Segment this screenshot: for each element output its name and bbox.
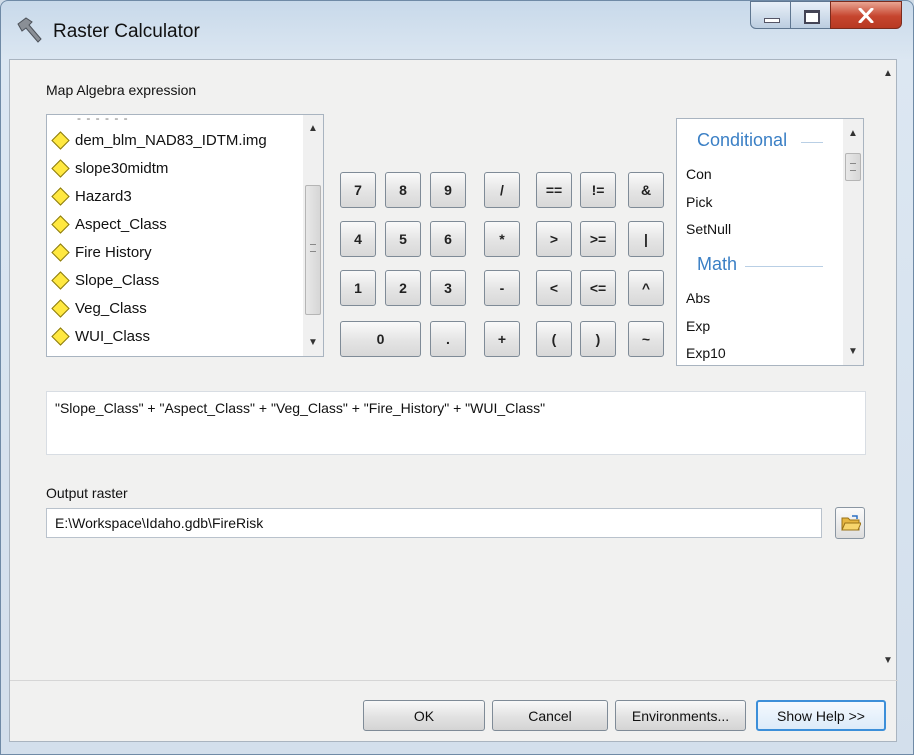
expression-label: Map Algebra expression [46, 82, 197, 98]
layer-item[interactable]: Slope_Class [51, 271, 159, 290]
title-bar[interactable]: Raster Calculator [1, 1, 913, 59]
layer-diamond-icon [51, 299, 70, 318]
key-9[interactable]: 9 [430, 172, 466, 208]
key-divide[interactable]: / [484, 172, 520, 208]
dialog-body: ▲ ▼ Map Algebra expression - - - - - - d… [9, 59, 898, 742]
layer-item[interactable]: Veg_Class [51, 299, 147, 318]
key-close-paren[interactable]: ) [580, 321, 616, 357]
close-button[interactable] [830, 1, 902, 29]
layer-diamond-icon [51, 327, 70, 346]
environments-button[interactable]: Environments... [615, 700, 746, 731]
layer-diamond-icon [51, 215, 70, 234]
layer-item[interactable]: dem_blm_NAD83_IDTM.img [51, 131, 267, 150]
layer-item[interactable]: Fire History [51, 243, 152, 262]
key-8[interactable]: 8 [385, 172, 421, 208]
ok-button[interactable]: OK [363, 700, 485, 731]
key-equal[interactable]: == [536, 172, 572, 208]
function-item[interactable]: Abs [686, 290, 710, 306]
key-1[interactable]: 1 [340, 270, 376, 306]
function-item[interactable]: SetNull [686, 221, 731, 237]
layer-item[interactable]: WUI_Class [51, 327, 150, 346]
key-greater[interactable]: > [536, 221, 572, 257]
category-header-conditional: Conditional [697, 130, 788, 150]
key-0[interactable]: 0 [340, 321, 421, 357]
layer-diamond-icon [51, 159, 70, 178]
functions-list[interactable]: Conditional Con Pick SetNull Math Abs Ex… [676, 118, 864, 366]
key-6[interactable]: 6 [430, 221, 466, 257]
key-multiply[interactable]: * [484, 221, 520, 257]
layer-item[interactable]: Aspect_Class [51, 215, 167, 234]
functions-scrollbar[interactable]: ▲ ▼ [843, 119, 863, 365]
minimize-button[interactable] [750, 1, 791, 29]
key-3[interactable]: 3 [430, 270, 466, 306]
key-5[interactable]: 5 [385, 221, 421, 257]
key-open-paren[interactable]: ( [536, 321, 572, 357]
layer-item[interactable]: Hazard3 [51, 187, 132, 206]
window-title: Raster Calculator [53, 21, 200, 42]
key-minus[interactable]: - [484, 270, 520, 306]
browse-folder-icon [841, 515, 861, 531]
key-not[interactable]: ~ [628, 321, 664, 357]
key-greater-equal[interactable]: >= [580, 221, 616, 257]
layers-scrollbar[interactable]: ▲ ▼ [303, 115, 323, 356]
function-item[interactable]: Con [686, 166, 712, 182]
layer-item[interactable]: slope30midtm [51, 159, 168, 178]
scroll-up-arrow-icon[interactable]: ▲ [848, 128, 858, 139]
function-item[interactable]: Exp10 [686, 345, 726, 361]
key-or[interactable]: | [628, 221, 664, 257]
expression-textbox[interactable]: "Slope_Class" + "Aspect_Class" + "Veg_Cl… [46, 391, 866, 455]
browse-button[interactable] [835, 507, 865, 539]
scroll-down-arrow-icon[interactable]: ▼ [308, 337, 318, 348]
output-raster-label: Output raster [46, 485, 128, 501]
scroll-down-arrow-icon[interactable]: ▼ [848, 346, 858, 357]
key-7[interactable]: 7 [340, 172, 376, 208]
close-icon [858, 8, 874, 23]
key-and[interactable]: & [628, 172, 664, 208]
minimize-icon [764, 18, 780, 23]
key-plus[interactable]: + [484, 321, 520, 357]
show-help-button[interactable]: Show Help >> [756, 700, 886, 731]
key-xor[interactable]: ^ [628, 270, 664, 306]
key-not-equal[interactable]: != [580, 172, 616, 208]
cancel-button[interactable]: Cancel [492, 700, 608, 731]
key-less-equal[interactable]: <= [580, 270, 616, 306]
key-4[interactable]: 4 [340, 221, 376, 257]
layers-list[interactable]: - - - - - - dem_blm_NAD83_IDTM.img slope… [46, 114, 324, 357]
dialog-scrollbar[interactable]: ▲ ▼ [878, 60, 896, 680]
function-item[interactable]: Exp [686, 318, 710, 334]
scrollbar-thumb[interactable] [845, 153, 861, 181]
hammer-icon [17, 17, 42, 43]
key-decimal[interactable]: . [430, 321, 466, 357]
layer-diamond-icon [51, 271, 70, 290]
maximize-button[interactable] [790, 1, 831, 29]
scrollbar-thumb[interactable] [305, 185, 321, 315]
category-header-math: Math [697, 254, 738, 274]
key-less[interactable]: < [536, 270, 572, 306]
layer-diamond-icon [51, 131, 70, 150]
scroll-up-arrow-icon[interactable]: ▲ [308, 123, 318, 134]
raster-calculator-window: Raster Calculator ▲ ▼ Map Algebra expres… [0, 0, 914, 755]
maximize-icon [804, 10, 820, 24]
output-raster-input[interactable]: E:\Workspace\Idaho.gdb\FireRisk [46, 508, 822, 538]
function-item[interactable]: Pick [686, 194, 712, 210]
key-2[interactable]: 2 [385, 270, 421, 306]
layer-diamond-icon [51, 243, 70, 262]
layer-diamond-icon [51, 187, 70, 206]
